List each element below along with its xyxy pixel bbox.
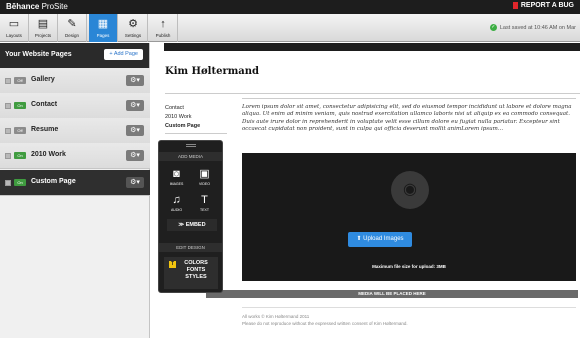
add-video-button[interactable]: ▣ VIDEO <box>192 167 217 191</box>
upload-images-button[interactable]: ⬆ Upload Images <box>348 232 412 247</box>
gear-icon: ⚙ <box>128 18 138 30</box>
add-media-panel[interactable]: ADD MEDIA ◙ IMAGES ▣ VIDEO ♫ AUDIO T TEXT ≫ … <box>158 140 223 293</box>
site-footer: All works © Kim Høltermand 2011 Please d… <box>242 313 408 327</box>
tile-label: IMAGES <box>169 182 184 186</box>
tool-layouts[interactable]: ▭ Layouts <box>0 14 29 42</box>
visibility-toggle[interactable]: Off <box>14 127 26 134</box>
divider <box>242 307 576 308</box>
tile-label: AUDIO <box>170 208 183 212</box>
media-placement-indicator: MEDIA WILL BE PLACED HERE <box>206 290 578 298</box>
add-page-button[interactable]: + Add Page <box>104 49 143 60</box>
sidebar-title: Your Website Pages <box>5 51 72 58</box>
pages-sidebar: Your Website Pages + Add Page Off Galler… <box>0 43 150 338</box>
tool-publish[interactable]: ↑ Publish <box>149 14 178 42</box>
divider <box>165 133 227 134</box>
add-images-button[interactable]: ◙ IMAGES <box>164 167 189 191</box>
check-icon: ✓ <box>489 24 497 31</box>
layouts-icon: ▭ <box>8 18 20 30</box>
design-icon: ✎ <box>67 18 77 30</box>
sidebar-item-gallery[interactable]: Off Gallery ⚙▾ <box>0 68 150 94</box>
camera-icon: ◉ <box>391 171 429 209</box>
upload-label: Upload Images <box>363 236 404 242</box>
page-name: Gallery <box>31 76 55 83</box>
save-status-text: Last saved at 10:46 AM on Mar <box>499 24 576 31</box>
drag-handle[interactable] <box>5 128 11 134</box>
tool-label: Design <box>64 33 79 38</box>
edit-design-button[interactable]: T COLORS FONTS STYLES <box>164 257 218 289</box>
header-bar <box>164 43 580 51</box>
page-body-text[interactable]: Lorem ipsum dolor sit amet, consectetur … <box>242 104 576 133</box>
embed-button[interactable]: ≫ EMBED <box>167 219 217 231</box>
tool-pages[interactable]: ▦ Pages <box>89 14 118 42</box>
sidebar-item-custom-page[interactable]: On Custom Page ⚙▾ <box>0 170 150 196</box>
copyright-text: All works © Kim Høltermand 2011 <box>242 314 310 319</box>
top-bar: Bēhance ProSite REPORT A BUG <box>0 0 580 14</box>
text-icon: T <box>201 194 208 206</box>
page-name: Custom Page <box>31 178 76 185</box>
report-bug-button[interactable]: REPORT A BUG <box>512 2 574 9</box>
toolbar: ▭ Layouts ▤ Projects ✎ Design ▦ Pages ⚙ Setti… <box>0 14 580 42</box>
tile-label: TEXT <box>200 208 209 212</box>
media-drop-zone[interactable]: ◉ ⬆ Upload Images Maximum file size for … <box>242 153 576 281</box>
add-text-button[interactable]: T TEXT <box>192 193 217 217</box>
tool-label: Publish <box>155 33 171 38</box>
page-name: 2010 Work <box>31 151 66 158</box>
sidebar-item-resume[interactable]: Off Resume ⚙▾ <box>0 118 150 144</box>
panel-drag-handle[interactable] <box>186 144 196 147</box>
music-icon: ♫ <box>172 194 181 206</box>
max-file-size-note: Maximum file size for upload: 3MB <box>372 264 446 269</box>
copyright-notice: Please do not reproduce without the expr… <box>242 321 408 326</box>
drag-handle[interactable] <box>5 180 11 186</box>
sidebar-item-contact[interactable]: On Contact ⚙▾ <box>0 93 150 119</box>
page-settings-gear-icon[interactable]: ⚙▾ <box>126 150 144 161</box>
add-media-heading: ADD MEDIA <box>159 152 222 161</box>
tool-projects[interactable]: ▤ Projects <box>29 14 58 42</box>
edit-design-heading: EDIT DESIGN <box>159 243 222 252</box>
visibility-toggle[interactable]: On <box>14 102 26 109</box>
sidebar-item-2010-work[interactable]: On 2010 Work ⚙▾ <box>0 143 150 169</box>
site-title[interactable]: Kim Høltermand <box>165 66 259 77</box>
visibility-toggle[interactable]: On <box>14 179 26 186</box>
nav-link-contact[interactable]: Contact <box>165 104 200 113</box>
text-style-icon: T <box>169 261 176 268</box>
page-settings-gear-icon[interactable]: ⚙▾ <box>126 177 144 188</box>
behance-prosite-logo[interactable]: Bēhance ProSite <box>6 2 68 11</box>
drag-handle[interactable] <box>5 153 11 159</box>
tool-settings[interactable]: ⚙ Settings <box>119 14 148 42</box>
divider <box>242 98 576 99</box>
page-settings-gear-icon[interactable]: ⚙▾ <box>126 75 144 86</box>
bug-icon <box>512 2 518 9</box>
tile-label: VIDEO <box>199 182 210 186</box>
design-options-label: COLORS FONTS STYLES <box>184 260 208 280</box>
camera-icon: ◙ <box>173 168 180 180</box>
tool-label: Pages <box>96 33 110 38</box>
tool-design[interactable]: ✎ Design <box>58 14 87 42</box>
add-audio-button[interactable]: ♫ AUDIO <box>164 193 189 217</box>
video-icon: ▣ <box>199 168 210 180</box>
logo-text: Bēhance <box>6 2 40 11</box>
tool-label: Projects <box>34 33 52 38</box>
page-name: Contact <box>31 101 58 108</box>
save-status: ✓ Last saved at 10:46 AM on Mar <box>489 24 576 31</box>
sidebar-header: Your Website Pages + Add Page <box>0 43 149 68</box>
nav-link-custom-page[interactable]: Custom Page <box>165 122 200 131</box>
nav-link-2010-work[interactable]: 2010 Work <box>165 113 200 122</box>
report-bug-label: REPORT A BUG <box>520 2 574 9</box>
tool-label: Layouts <box>6 33 22 38</box>
page-settings-gear-icon[interactable]: ⚙▾ <box>126 125 144 136</box>
page-settings-gear-icon[interactable]: ⚙▾ <box>126 100 144 111</box>
site-nav: Contact 2010 Work Custom Page <box>165 104 200 131</box>
drag-handle[interactable] <box>5 103 11 109</box>
page-name: Resume <box>31 126 59 133</box>
visibility-toggle[interactable]: On <box>14 152 26 159</box>
pages-icon: ▦ <box>97 18 109 30</box>
visibility-toggle[interactable]: Off <box>14 77 26 84</box>
divider <box>165 93 580 94</box>
logo-suffix: ProSite <box>39 2 68 11</box>
tool-label: Settings <box>124 33 142 38</box>
publish-arrow-icon: ↑ <box>160 18 166 30</box>
drag-handle[interactable] <box>5 78 11 84</box>
projects-icon: ▤ <box>37 18 49 30</box>
